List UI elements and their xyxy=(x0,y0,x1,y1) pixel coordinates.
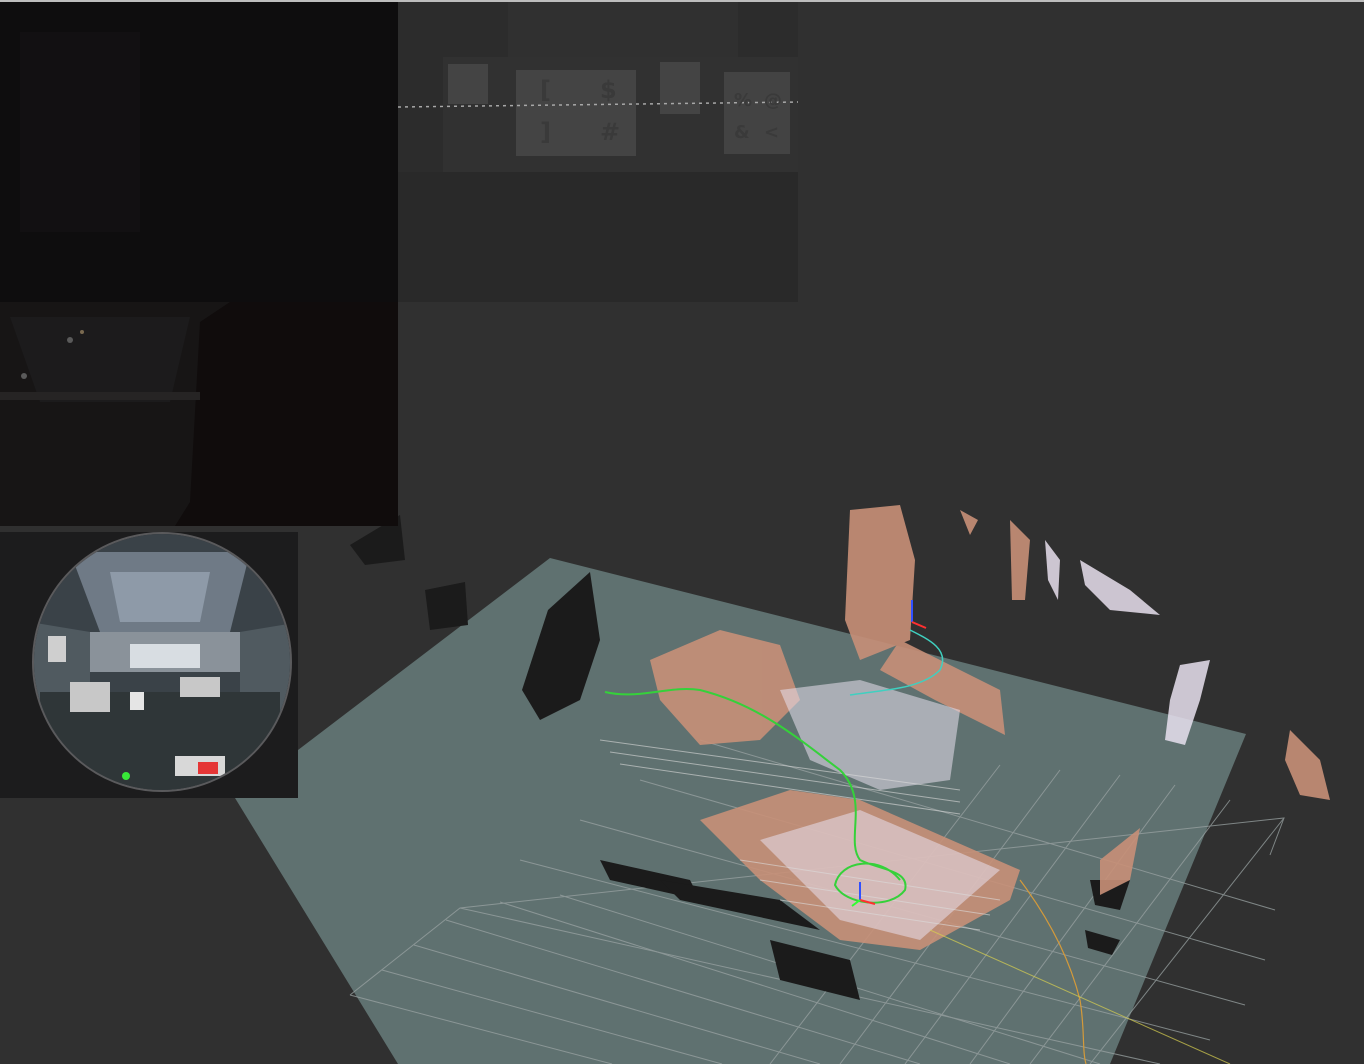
marker-board xyxy=(660,62,700,114)
secondary-pose-axes-icon xyxy=(911,600,927,629)
marker-label: < xyxy=(764,122,780,143)
marker-label: ] xyxy=(540,118,551,146)
marker-label: % xyxy=(734,90,753,111)
camera-view-top-left xyxy=(0,2,398,302)
marker-label: & xyxy=(734,122,750,143)
camera-view-top-middle: [ $ ] # % @ & < xyxy=(398,2,798,302)
marker-label: $ xyxy=(600,76,617,104)
camera-view-fisheye xyxy=(0,532,298,798)
marker-board xyxy=(448,64,488,104)
marker-label: @ xyxy=(764,90,782,111)
camera-view-middle-left xyxy=(0,302,398,526)
marker-label: # xyxy=(600,118,621,146)
marker-label: [ xyxy=(540,76,551,104)
dark-scene-shape xyxy=(20,32,140,232)
